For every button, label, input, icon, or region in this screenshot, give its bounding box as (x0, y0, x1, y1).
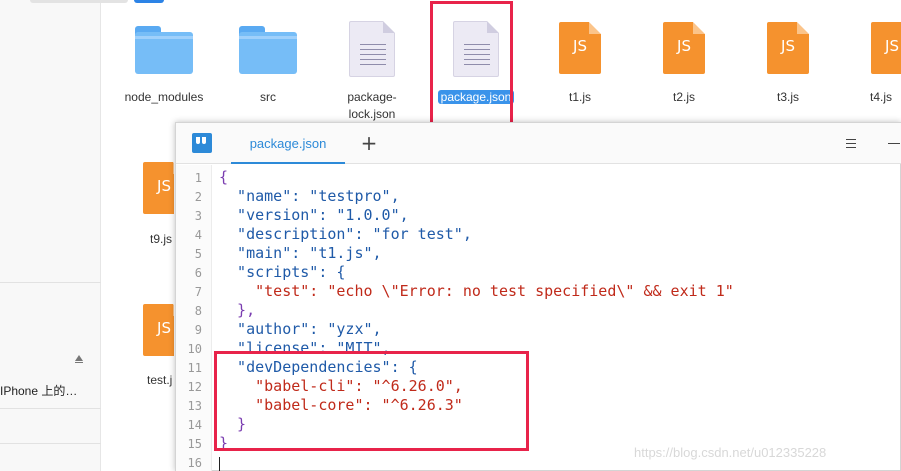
toolbar-view-button[interactable] (134, 0, 164, 3)
new-tab-button[interactable]: + (359, 133, 379, 153)
line-number-gutter: 1 2 3 4 5 6 7 8 9 10 11 12 13 14 15 16 (176, 165, 212, 471)
line-number: 12 (187, 380, 202, 394)
js-file-icon: JS (143, 162, 174, 214)
minimize-button[interactable] (888, 143, 900, 144)
file-item-test[interactable]: JS (112, 302, 174, 362)
file-item-t4[interactable]: JS (840, 20, 901, 80)
code-line: } (219, 434, 229, 452)
line-number: 15 (187, 437, 202, 451)
document-icon (349, 21, 395, 77)
folder-icon (239, 26, 297, 74)
watermark-text: https://blog.csdn.net/u012335228 (634, 445, 827, 460)
text-cursor (219, 457, 220, 471)
file-item-t1[interactable]: JS (528, 20, 632, 80)
folder-icon (135, 26, 193, 74)
file-item-t9[interactable]: JS (112, 160, 174, 220)
file-label: t2.js (672, 90, 695, 104)
file-item-t2[interactable]: JS (632, 20, 736, 80)
toolbar-button[interactable] (30, 0, 128, 3)
js-file-icon: JS (559, 22, 601, 74)
code-line: "author": "yzx", (219, 320, 382, 338)
line-number: 4 (194, 228, 202, 242)
file-label: t4.js (870, 90, 893, 104)
file-label: t9.js (150, 232, 173, 246)
code-line: "description": "for test", (219, 225, 472, 243)
tab-label: package.json (249, 136, 327, 151)
code-line: "scripts": { (219, 263, 346, 281)
sidebar-divider (0, 443, 101, 444)
editor-app-icon (192, 133, 212, 153)
line-number: 2 (194, 190, 202, 204)
code-line: "license": "MIT", (219, 339, 391, 357)
file-label: node_modules (124, 90, 204, 104)
js-file-icon: JS (767, 22, 809, 74)
editor-titlebar: package.json + (176, 123, 901, 164)
file-item-src[interactable] (216, 20, 320, 80)
code-editor[interactable]: 1 2 3 4 5 6 7 8 9 10 11 12 13 14 15 16 {… (176, 165, 901, 471)
file-item-node-modules[interactable] (112, 20, 216, 80)
code-line: "babel-core": "^6.26.3" (219, 396, 463, 414)
file-label: t1.js (568, 90, 591, 104)
text-editor-window: package.json + 1 2 3 4 5 6 7 8 9 10 11 1… (175, 122, 901, 471)
code-line: "test": "echo \"Error: no test specified… (219, 282, 734, 300)
file-label: src (260, 90, 276, 104)
sidebar-item-iphone[interactable]: IPhone 上的… (0, 382, 101, 399)
file-item-package-json[interactable] (424, 18, 528, 80)
file-label: t3.js (776, 90, 799, 104)
code-line: { (219, 168, 229, 186)
line-number: 1 (194, 171, 202, 185)
file-label: package- lock.json (347, 90, 397, 121)
eject-icon[interactable] (75, 355, 83, 363)
line-number: 10 (187, 342, 202, 356)
file-label-selected: package.json (424, 89, 528, 106)
document-icon (453, 21, 499, 77)
line-number: 11 (187, 361, 202, 375)
sidebar-divider (0, 282, 101, 283)
line-number: 9 (194, 323, 202, 337)
code-line: }, (219, 301, 256, 319)
file-manager-sidebar: IPhone 上的… (0, 0, 101, 471)
code-line: } (219, 415, 247, 433)
code-line: "name": "testpro", (219, 187, 400, 205)
code-line: "devDependencies": { (219, 358, 418, 376)
js-file-icon: JS (143, 304, 174, 356)
file-item-t3[interactable]: JS (736, 20, 840, 80)
line-number: 8 (194, 304, 202, 318)
line-number: 14 (187, 418, 202, 432)
line-number: 16 (187, 456, 202, 470)
code-line: "main": "t1.js", (219, 244, 382, 262)
line-number: 13 (187, 399, 202, 413)
line-number: 6 (194, 266, 202, 280)
line-number: 3 (194, 209, 202, 223)
line-number: 7 (194, 285, 202, 299)
tab-package-json[interactable]: package.json (231, 123, 345, 164)
hamburger-icon[interactable] (843, 135, 859, 151)
sidebar-divider (0, 408, 101, 409)
js-file-icon: JS (663, 22, 705, 74)
js-file-icon: JS (871, 22, 901, 74)
code-line: "babel-cli": "^6.26.0", (219, 377, 463, 395)
file-item-package-lock[interactable] (320, 18, 424, 80)
selected-file-name: package.json (437, 90, 515, 104)
code-line: "version": "1.0.0", (219, 206, 409, 224)
line-number: 5 (194, 247, 202, 261)
file-label: test.j (147, 373, 173, 387)
active-tab-indicator (231, 162, 345, 164)
